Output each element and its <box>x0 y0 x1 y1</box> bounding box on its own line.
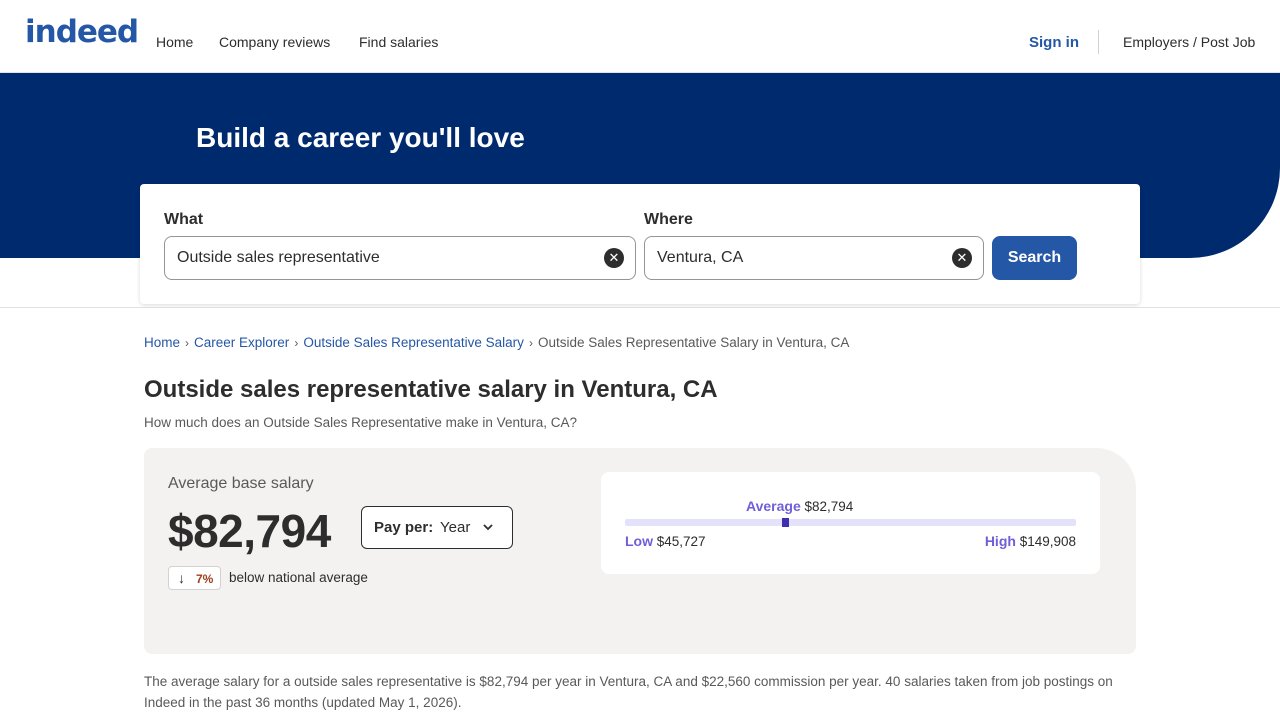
employers-post-job-link[interactable]: Employers / Post Job <box>1123 34 1255 50</box>
where-label: Where <box>644 211 693 228</box>
range-average: Average $82,794 <box>746 498 853 514</box>
range-high: High $149,908 <box>985 533 1076 549</box>
where-input[interactable] <box>657 247 945 269</box>
sign-in-link[interactable]: Sign in <box>1029 34 1079 51</box>
what-field[interactable]: ✕ <box>164 236 636 280</box>
range-average-marker <box>782 518 789 527</box>
nav-home-link[interactable]: Home <box>156 34 193 50</box>
chevron-down-icon <box>483 524 493 531</box>
trend-text: below national average <box>229 570 368 585</box>
pay-per-value: Year <box>440 519 471 536</box>
average-salary-label: Average base salary <box>168 475 314 492</box>
clear-what-icon[interactable]: ✕ <box>604 248 624 268</box>
salary-summary-text: The average salary for a outside sales r… <box>144 674 1113 710</box>
trend-percent: 7% <box>196 572 214 586</box>
where-field[interactable]: ✕ <box>644 236 984 280</box>
search-card: What ✕ Where ✕ Search <box>140 184 1140 304</box>
hero-title: Build a career you'll love <box>196 122 525 153</box>
range-high-label: High <box>984 533 1016 549</box>
breadcrumb-career-explorer[interactable]: Career Explorer <box>194 335 289 350</box>
page-title: Outside sales representative salary in V… <box>144 376 718 403</box>
breadcrumb: Home › Career Explorer › Outside Sales Repre… <box>144 335 849 350</box>
what-input[interactable] <box>177 247 577 269</box>
range-low-value: $45,727 <box>656 534 706 549</box>
pay-per-dropdown[interactable]: Pay per: Year <box>361 506 513 549</box>
breadcrumb-salary[interactable]: Outside Sales Representative Salary <box>303 335 524 350</box>
range-low-label: Low <box>625 533 653 549</box>
trend-badge: ↓ 7% <box>168 566 221 590</box>
top-navigation-bar: indeed Home Company reviews Find salarie… <box>0 0 1280 73</box>
clear-where-icon[interactable]: ✕ <box>952 248 972 268</box>
page-subtitle: How much does an Outside Sales Represent… <box>144 415 577 430</box>
range-average-value: $82,794 <box>804 499 854 514</box>
chevron-right-icon: › <box>185 336 190 350</box>
salary-card: Average base salary $82,794 Pay per: Yea… <box>144 448 1136 654</box>
salary-range-card: Average $82,794 Low $45,727 High $149,90… <box>601 472 1100 574</box>
average-salary-value: $82,794 <box>168 505 331 557</box>
breadcrumb-current: Outside Sales Representative Salary in V… <box>537 335 850 350</box>
indeed-logo[interactable]: indeed <box>25 14 139 50</box>
arrow-down-icon: ↓ <box>178 570 185 586</box>
what-label: What <box>164 211 204 228</box>
breadcrumb-home[interactable]: Home <box>144 335 180 350</box>
range-average-label: Average <box>746 498 801 514</box>
salary-range-bar <box>625 518 1076 527</box>
range-high-value: $149,908 <box>1019 534 1076 549</box>
nav-find-salaries-link[interactable]: Find salaries <box>359 34 438 50</box>
header-divider <box>1098 30 1099 54</box>
range-low: Low $45,727 <box>625 533 706 549</box>
pay-per-label: Pay per: <box>374 519 434 536</box>
chevron-right-icon: › <box>294 336 299 350</box>
nav-company-reviews-link[interactable]: Company reviews <box>219 34 330 50</box>
chevron-right-icon: › <box>528 336 533 350</box>
search-button[interactable]: Search <box>992 236 1077 280</box>
